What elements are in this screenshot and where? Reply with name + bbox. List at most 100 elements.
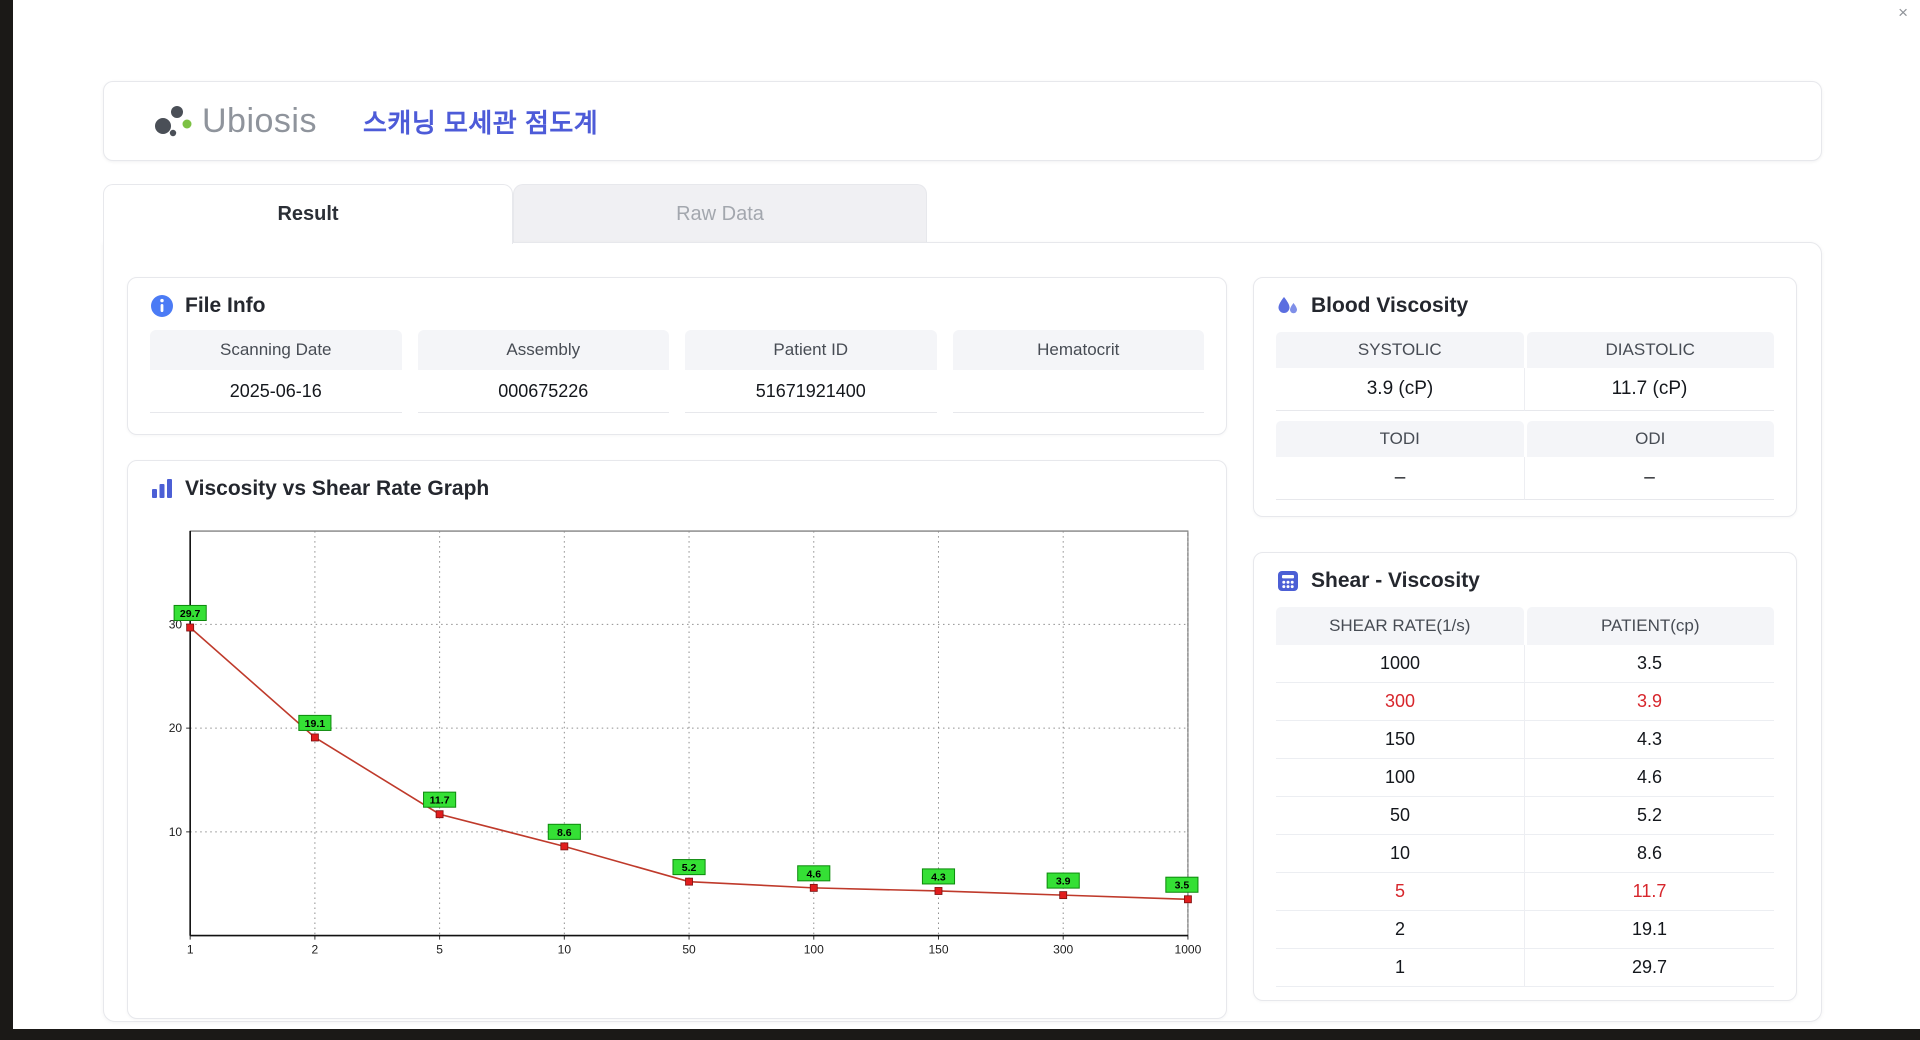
field-label: Patient ID (685, 330, 937, 370)
viscosity-chart: 1 2 5 10 50 100 150 300 100010203029.719.111.78.… (169, 530, 1202, 957)
field-value: 51671921400 (685, 370, 937, 413)
svg-text:19.1: 19.1 (305, 718, 326, 730)
field-label: Assembly (417, 330, 669, 370)
svg-text:1: 1 (187, 943, 194, 957)
file-info-title: File Info (128, 278, 1226, 328)
field-value: 2025-06-16 (150, 370, 402, 413)
tab-raw-data[interactable]: Raw Data (513, 184, 927, 244)
table-icon (1278, 571, 1298, 591)
logo-text: Ubiosis (202, 101, 317, 140)
graph-title: Viscosity vs Shear Rate Graph (128, 461, 1226, 511)
file-info-title-text: File Info (185, 294, 266, 317)
field-label: Scanning Date (150, 330, 402, 370)
svg-text:29.7: 29.7 (180, 608, 201, 620)
patient-cp-cell: 5.2 (1525, 797, 1774, 835)
field-patient-id: Patient ID 51671921400 (685, 330, 937, 413)
blood-viscosity-title-text: Blood Viscosity (1311, 294, 1469, 317)
table-row: 100 4.6 (1276, 759, 1774, 797)
svg-text:1000: 1000 (1175, 943, 1202, 957)
svg-text:10: 10 (558, 943, 572, 957)
svg-text:11.7: 11.7 (430, 795, 450, 807)
shear-table-body: 1000 3.5 300 3.9 150 4.3 100 4.6 50 5.2 10 8.6 5 11.7… (1276, 645, 1774, 987)
systolic-value: 3.9 (cP) (1276, 368, 1525, 411)
field-assembly: Assembly 000675226 (417, 330, 669, 413)
ubiosis-dots-logo-icon (155, 106, 192, 137)
patient-cp-cell: 3.9 (1525, 683, 1774, 721)
field-scanning-date: Scanning Date 2025-06-16 (150, 330, 402, 413)
shear-rate-cell: 300 (1276, 683, 1525, 721)
header: Ubiosis 스캐닝 모세관 점도계 (103, 81, 1822, 161)
blood-viscosity-title: Blood Viscosity (1254, 278, 1796, 328)
close-icon[interactable]: × (1898, 4, 1908, 21)
blood-viscosity-table: SYSTOLIC DIASTOLIC 3.9 (cP) 11.7 (cP) TO… (1254, 328, 1796, 500)
patient-cp-cell: 4.3 (1525, 721, 1774, 759)
shear-rate-cell: 1 (1276, 949, 1525, 987)
svg-text:2: 2 (312, 943, 319, 957)
viscosity-graph-card: Viscosity vs Shear Rate Graph 1 2 5 10 50 100… (127, 460, 1227, 1019)
svg-text:3.5: 3.5 (1175, 880, 1190, 892)
field-value (952, 370, 1204, 413)
ubiosis-logo: Ubiosis (150, 101, 317, 141)
shear-rate-cell: 100 (1276, 759, 1525, 797)
table-row: 150 4.3 (1276, 721, 1774, 759)
column-header: TODI (1276, 421, 1524, 457)
svg-text:20: 20 (169, 721, 183, 735)
patient-cp-cell: 8.6 (1525, 835, 1774, 873)
table-row: 50 5.2 (1276, 797, 1774, 835)
shear-viscosity-title-text: Shear - Viscosity (1311, 569, 1480, 592)
shear-rate-cell: 2 (1276, 911, 1525, 949)
table-row: 5 11.7 (1276, 873, 1774, 911)
shear-rate-cell: 10 (1276, 835, 1525, 873)
blood-viscosity-card: Blood Viscosity SYSTOLIC DIASTOLIC 3.9 (… (1253, 277, 1797, 517)
table-row: 10 8.6 (1276, 835, 1774, 873)
svg-text:150: 150 (928, 943, 948, 957)
main-panel: File Info Scanning Date 2025-06-16 Assem… (103, 242, 1822, 1022)
column-header-patient: PATIENT(cp) (1526, 607, 1774, 645)
patient-cp-cell: 19.1 (1525, 911, 1774, 949)
svg-text:10: 10 (169, 825, 183, 839)
svg-text:5: 5 (436, 943, 443, 957)
column-header: DIASTOLIC (1526, 332, 1774, 368)
column-header: SYSTOLIC (1276, 332, 1524, 368)
svg-text:300: 300 (1053, 943, 1073, 957)
shear-rate-cell: 1000 (1276, 645, 1525, 683)
patient-cp-cell: 11.7 (1525, 873, 1774, 911)
svg-text:8.6: 8.6 (557, 827, 572, 839)
patient-cp-cell: 4.6 (1525, 759, 1774, 797)
odi-value: – (1525, 457, 1774, 500)
app-window: × Ubiosis 스캐닝 모세관 점도계 Result Raw Data Fi… (13, 0, 1920, 1029)
svg-text:50: 50 (682, 943, 696, 957)
bar-chart-icon (152, 479, 172, 498)
patient-cp-cell: 29.7 (1525, 949, 1774, 987)
column-header-shear-rate: SHEAR RATE(1/s) (1276, 607, 1524, 645)
svg-text:5.2: 5.2 (682, 862, 697, 874)
page-title: 스캐닝 모세관 점도계 (362, 107, 599, 138)
field-label: Hematocrit (952, 330, 1204, 370)
table-row: 300 3.9 (1276, 683, 1774, 721)
svg-text:3.9: 3.9 (1056, 876, 1071, 888)
shear-rate-cell: 150 (1276, 721, 1525, 759)
svg-text:100: 100 (804, 943, 824, 957)
table-row: 1 29.7 (1276, 949, 1774, 987)
tab-result[interactable]: Result (103, 184, 513, 244)
table-row: 2 19.1 (1276, 911, 1774, 949)
shear-viscosity-table: SHEAR RATE(1/s) PATIENT(cp) 1000 3.5 300 3.… (1254, 603, 1796, 987)
graph-title-text: Viscosity vs Shear Rate Graph (185, 477, 490, 500)
todi-value: – (1276, 457, 1525, 500)
info-icon (151, 295, 173, 317)
field-hematocrit: Hematocrit (952, 330, 1204, 413)
svg-text:4.3: 4.3 (931, 871, 946, 883)
shear-rate-cell: 5 (1276, 873, 1525, 911)
field-value: 000675226 (417, 370, 669, 413)
table-row: 1000 3.5 (1276, 645, 1774, 683)
diastolic-value: 11.7 (cP) (1525, 368, 1774, 411)
file-info-card: File Info Scanning Date 2025-06-16 Assem… (127, 277, 1227, 435)
patient-cp-cell: 3.5 (1525, 645, 1774, 683)
shear-rate-cell: 50 (1276, 797, 1525, 835)
file-info-fields: Scanning Date 2025-06-16 Assembly 000675… (128, 328, 1226, 413)
shear-viscosity-card: Shear - Viscosity SHEAR RATE(1/s) PATIEN… (1253, 552, 1797, 1001)
shear-viscosity-title: Shear - Viscosity (1254, 553, 1796, 603)
droplets-icon (1278, 297, 1297, 314)
chart-holder: 1 2 5 10 50 100 150 300 1000 10 20 30 29.7 19.1 11.7 8.… (128, 511, 1226, 972)
svg-text:4.6: 4.6 (806, 868, 821, 880)
